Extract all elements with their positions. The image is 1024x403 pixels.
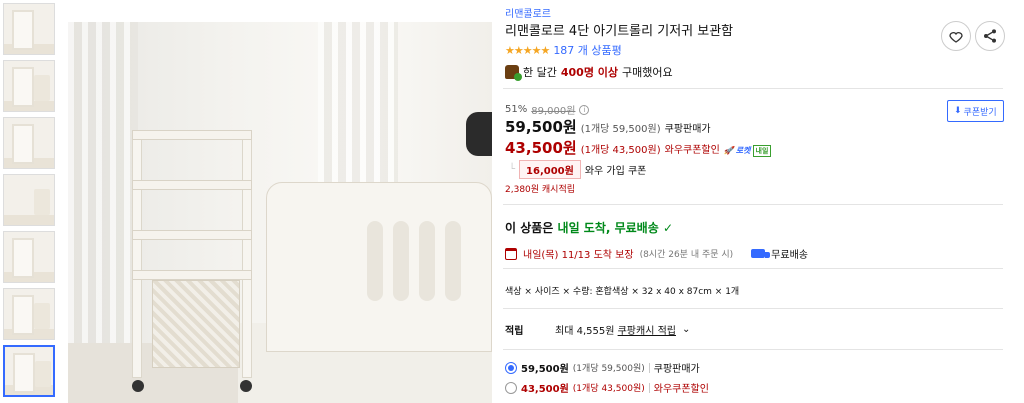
reward-max: 최대 4,555원 [555,326,615,337]
chevron-down-icon[interactable]: ⌄ [682,324,690,335]
sale-price: 59,500원 [505,118,577,136]
corner-icon: └ [509,164,516,175]
divider [503,308,1003,309]
purchase-count: 한 달간 400명 이상 구매했어요 [505,64,673,81]
thumbnail[interactable] [3,231,55,283]
delivery-cutoff: (8시간 26분 내 주문 시) [639,250,734,260]
rating[interactable]: ★★★★★ 187 개 상품평 [505,42,622,58]
price-option-2[interactable]: 43,500원 (1개당 43,500원) 와우쿠폰할인 [505,380,709,395]
wow-coupon-row: └ 16,000원 와우 가입 쿠폰 [509,160,646,179]
share-icon [984,29,996,43]
wow-price: 43,500원 [505,139,577,157]
arrival-highlight: 내일 도착, 무료배송 [557,221,659,235]
divider [503,204,1003,205]
bought-highlight: 400명 이상 [560,66,619,79]
cash-reward: 2,380원 캐시적립 [505,185,576,195]
wow-price-row: 43,500원 (1개당 43,500원) 와우쿠폰할인 🚀 로켓 내일 [505,137,772,158]
divider [503,88,1003,89]
bought-suffix: 구매했어요 [622,66,673,79]
reward-row: 적립 최대 4,555원 쿠팡캐시 적립 ⌄ [505,322,690,337]
separator [648,382,650,393]
wishlist-button[interactable] [941,21,971,51]
download-icon: ⬇ [954,106,962,116]
option-unit-price: (1개당 43,500원) [572,384,645,394]
radio-button-selected[interactable] [505,361,517,374]
option-label: 와우쿠폰할인 [653,384,709,395]
thumbnail[interactable] [3,174,55,226]
wow-coupon-amount: 16,000원 [519,160,581,179]
wow-unit-price: (1개당 43,500원) [580,145,661,156]
sale-unit-price: (1개당 59,500원) [580,124,661,135]
shopping-bag-icon [505,65,522,81]
thumbnail[interactable] [3,288,55,340]
discount-row: 51% 89,000원 i [505,102,590,117]
rocket-day-badge: 내일 [752,144,772,157]
rocket-badge: 🚀 로켓 내일 [723,144,772,157]
review-count[interactable]: 187 개 상품평 [553,42,621,58]
free-shipping-label: 무료배송 [771,250,808,261]
thumbnail[interactable] [3,117,55,169]
heart-icon [949,32,963,43]
arrival-info: 이 상품은 내일 도착, 무료배송 ✓ [505,219,673,236]
rocket-label: 로켓 [735,146,751,155]
wow-coupon-text: 와우 가입 쿠폰 [584,166,647,177]
delivery-date: 내일(목) 11/13 도착 보장 [523,250,634,261]
option-unit-price: (1개당 59,500원) [572,364,645,374]
truck-icon [751,249,771,258]
option-price: 43,500원 [521,384,569,395]
discount-rate: 51% [505,104,528,115]
sale-price-label: 쿠팡판매가 [664,124,711,135]
calendar-icon [505,247,517,260]
check-icon: ✓ [662,221,674,235]
share-button[interactable] [975,21,1005,51]
thumbnail-list [3,3,57,402]
plush-toy [466,112,492,156]
coupon-button-label: 쿠폰받기 [963,107,997,118]
divider [503,268,1003,269]
brand-link[interactable]: 리맨콜로르 [505,5,551,20]
sale-price-row: 59,500원 (1개당 59,500원) 쿠팡판매가 [505,116,711,137]
price-option-1[interactable]: 59,500원 (1개당 59,500원) 쿠팡판매가 [505,360,700,375]
wow-price-label: 와우쿠폰할인 [664,145,720,156]
product-title: 리맨콜로르 4단 아기트롤리 기저귀 보관함 [505,24,734,39]
star-rating-icon: ★★★★★ [505,43,550,57]
trolley-cart [132,130,252,392]
arrival-prefix: 이 상품은 [505,221,554,235]
original-price: 89,000원 [531,106,576,117]
divider [503,349,1003,350]
reward-link[interactable]: 쿠팡캐시 적립 [618,322,676,337]
delivery-row: 내일(목) 11/13 도착 보장 (8시간 26분 내 주문 시) 무료배송 [505,246,808,261]
thumbnail[interactable] [3,3,55,55]
thumbnail-selected[interactable] [3,345,55,397]
reward-label: 적립 [505,326,524,337]
rocket-icon: 🚀 [723,146,734,155]
info-icon[interactable]: i [579,104,590,115]
radio-button[interactable] [505,381,517,394]
product-info-panel: 리맨콜로르 리맨콜로르 4단 아기트롤리 기저귀 보관함 ★★★★★ 187 개… [503,0,1018,403]
coupon-download-button[interactable]: ⬇ 쿠폰받기 [947,100,1004,122]
selected-options: 색상 × 사이즈 × 수량: 혼합색상 × 32 x 40 x 87cm × 1… [505,287,740,297]
baby-fence [266,182,492,352]
separator [648,362,650,373]
option-label: 쿠팡판매가 [653,364,700,375]
option-price: 59,500원 [521,364,569,375]
main-product-image [68,22,492,403]
thumbnail[interactable] [3,60,55,112]
bought-prefix: 한 달간 [523,66,557,79]
